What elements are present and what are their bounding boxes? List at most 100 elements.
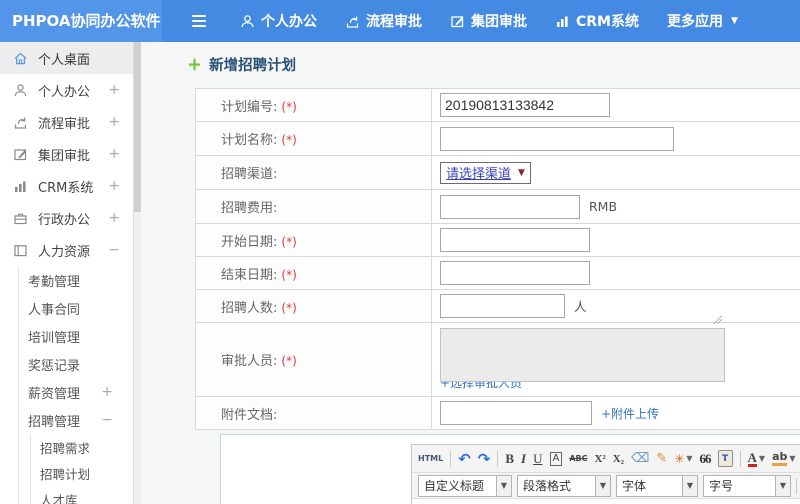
paragraph-format-dropdown[interactable]: 段落格式 ▼ <box>517 474 611 497</box>
toolbar-separator <box>497 450 499 467</box>
sidebar-item-rewards[interactable]: 奖惩记录 <box>19 350 133 378</box>
required-mark: (*) <box>281 133 297 147</box>
sidebar-item-admin-office[interactable]: 行政办公 + <box>0 202 133 234</box>
highlight-button[interactable]: ab ▼ <box>772 451 796 466</box>
html-source-button[interactable]: HTML <box>418 454 443 463</box>
expand-plus-icon[interactable]: + <box>108 210 120 226</box>
plan-no-input[interactable] <box>440 93 610 117</box>
resize-handle[interactable] <box>713 315 722 324</box>
select-caret-icon: ▼ <box>518 167 525 178</box>
sidebar-item-personal-office[interactable]: 个人办公 + <box>0 74 133 106</box>
editor-toolbar-row1: HTML ↶ ↷ B I U A ABC X² X₂ ⌫ ✎ ✳ ▼ 66 T … <box>412 445 800 473</box>
plan-name-input[interactable] <box>440 126 674 151</box>
scrollbar-thumb[interactable] <box>134 42 141 212</box>
sidebar-item-label: 招聘需求 <box>40 440 91 456</box>
menu-toggle-icon[interactable] <box>192 15 206 27</box>
collapse-minus-icon[interactable]: − <box>108 242 120 258</box>
channel-select[interactable]: 请选择渠道 ▼ <box>440 161 531 184</box>
sidebar-item-training[interactable]: 培训管理 <box>19 322 133 350</box>
field-label: 开始日期: <box>221 234 278 250</box>
user-icon <box>13 83 29 98</box>
expand-plus-icon[interactable]: + <box>108 82 120 98</box>
font-family-dropdown[interactable]: 字体 ▼ <box>616 474 698 497</box>
sidebar-item-recruit-demand[interactable]: 招聘需求 <box>31 434 133 460</box>
nav-more-apps[interactable]: 更多应用 ▼ <box>667 11 738 31</box>
edit-square-icon <box>13 147 29 162</box>
bar-chart-icon <box>13 179 29 194</box>
sidebar-item-hr-contract[interactable]: 人事合同 <box>19 294 133 322</box>
recruit-plan-form: 计划编号:(*) 计划名称:(*) 招聘渠道: <box>195 88 800 430</box>
edit-square-icon <box>450 14 465 29</box>
doodle-icon[interactable]: ✳ ▼ <box>674 452 692 466</box>
superscript-button[interactable]: X² <box>595 453 606 465</box>
sidebar-item-talent-pool[interactable]: 人才库 <box>31 486 133 504</box>
fee-input[interactable] <box>440 194 580 219</box>
form-row-attachment: 附件文档: +附件上传 <box>195 396 800 430</box>
sidebar-item-label: 招聘管理 <box>28 414 81 430</box>
field-label: 附件文档: <box>221 407 278 423</box>
nav-label: 集团审批 <box>471 14 527 30</box>
sidebar-item-label: CRM系统 <box>38 180 94 196</box>
expand-plus-icon[interactable]: + <box>101 384 113 400</box>
end-date-input[interactable] <box>440 261 590 285</box>
bold-button[interactable]: B <box>505 451 514 467</box>
book-icon <box>13 243 29 258</box>
sidebar-item-desktop[interactable]: 个人桌面 <box>0 42 133 74</box>
sidebar-item-label: 奖惩记录 <box>28 358 81 374</box>
collapse-minus-icon[interactable]: − <box>101 412 113 428</box>
eraser-icon[interactable]: ⌫ <box>631 451 649 466</box>
subscript-button[interactable]: X₂ <box>613 453 624 465</box>
expand-plus-icon[interactable]: + <box>108 114 120 130</box>
user-icon <box>240 14 255 29</box>
toolbar-separator <box>450 450 452 467</box>
attachment-upload-link[interactable]: +附件上传 <box>601 407 659 421</box>
sidebar-item-recruit-mgmt[interactable]: 招聘管理 − <box>19 406 133 434</box>
attachment-input[interactable] <box>440 401 592 425</box>
expand-plus-icon[interactable]: + <box>108 146 120 162</box>
required-mark: (*) <box>281 267 297 282</box>
toolbar-separator <box>739 450 741 467</box>
italic-button[interactable]: I <box>521 451 526 467</box>
nav-personal-office[interactable]: 个人办公 <box>240 11 317 31</box>
headcount-input[interactable] <box>440 294 565 318</box>
redo-icon[interactable]: ↷ <box>478 450 491 468</box>
expand-plus-icon[interactable]: + <box>108 178 120 194</box>
sidebar-item-label: 行政办公 <box>38 212 91 228</box>
field-label: 招聘人数: <box>221 300 278 316</box>
recruit-submenu: 招聘需求 招聘计划 人才库 <box>30 434 133 504</box>
sidebar-item-workflow-approval[interactable]: 流程审批 + <box>0 106 133 138</box>
custom-title-dropdown[interactable]: 自定义标题 ▼ <box>418 474 512 497</box>
fee-unit: RMB <box>589 199 618 214</box>
sidebar-item-label: 培训管理 <box>28 330 81 346</box>
nav-group-approval[interactable]: 集团审批 <box>450 11 527 31</box>
sidebar-item-recruit-plan[interactable]: 招聘计划 <box>31 460 133 486</box>
form-row-plan-no: 计划编号: (*) <box>195 88 800 122</box>
channel-select-value: 请选择渠道 <box>446 167 512 182</box>
strikethrough-button[interactable]: ABC <box>569 454 587 463</box>
underline-button[interactable]: U <box>533 451 542 467</box>
nav-workflow-approval[interactable]: 流程审批 <box>345 11 422 31</box>
nav-crm-system[interactable]: CRM系统 <box>555 11 639 31</box>
format-brush-icon[interactable]: ✎ <box>656 451 667 466</box>
sidebar-item-hr[interactable]: 人力资源 − <box>0 234 133 266</box>
sidebar-item-attendance[interactable]: 考勤管理 <box>19 266 133 294</box>
font-color-button[interactable]: A ▼ <box>747 451 765 467</box>
editor-panel: HTML ↶ ↷ B I U A ABC X² X₂ ⌫ ✎ ✳ ▼ 66 T … <box>220 434 800 504</box>
sidebar-item-crm[interactable]: CRM系统 + <box>0 170 133 202</box>
nav-label: 个人办公 <box>261 14 317 30</box>
briefcase-icon <box>13 211 29 226</box>
field-label: 计划编号: <box>221 99 278 115</box>
autotypeset-button[interactable]: A <box>549 451 563 466</box>
nav-label: 流程审批 <box>366 14 422 30</box>
field-label: 招聘费用: <box>221 201 278 216</box>
approvers-textarea[interactable] <box>440 315 725 382</box>
font-size-dropdown[interactable]: 字号 ▼ <box>703 474 791 497</box>
paste-icon[interactable]: T <box>717 450 733 467</box>
sidebar-item-group-approval[interactable]: 集团审批 + <box>0 138 133 170</box>
sidebar-item-label: 人力资源 <box>38 244 91 260</box>
blockquote-icon[interactable]: 66 <box>700 451 712 467</box>
undo-icon[interactable]: ↶ <box>458 450 471 468</box>
sidebar-item-salary[interactable]: 薪资管理 + <box>19 378 133 406</box>
start-date-input[interactable] <box>440 228 590 252</box>
editor-content-area[interactable] <box>412 499 800 504</box>
